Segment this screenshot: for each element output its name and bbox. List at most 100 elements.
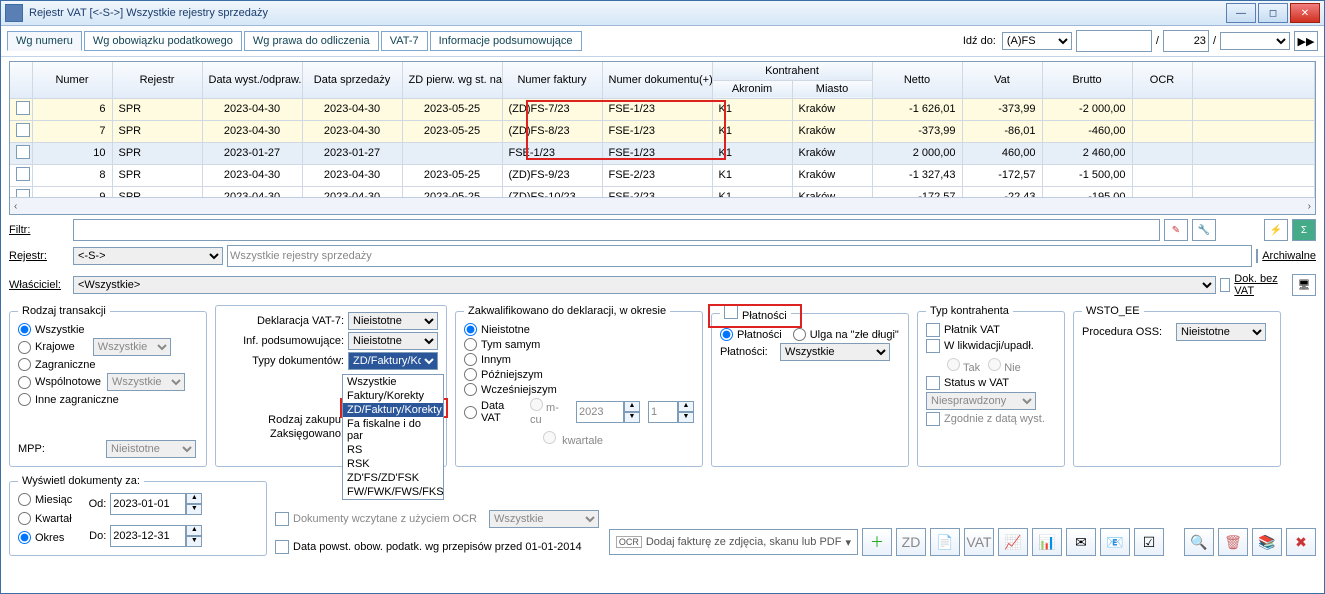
zk-nieistotne[interactable]: Nieistotne xyxy=(464,323,694,336)
tk-status-select[interactable]: Niesprawdzony xyxy=(926,392,1036,410)
grid-scrollbar[interactable]: ‹ › xyxy=(10,197,1315,214)
scroll-right-icon[interactable]: › xyxy=(1308,201,1311,212)
do-input[interactable] xyxy=(110,525,186,547)
typy-opt-0[interactable]: Wszystkie xyxy=(343,375,443,389)
ocr-drop-bar[interactable]: OCR Dodaj fakturę ze zdjęcia, skanu lub … xyxy=(609,529,858,555)
col-numdok[interactable]: Numer dokumentu(+) xyxy=(602,62,712,98)
filter-sigma-button[interactable]: Σ xyxy=(1292,219,1316,241)
zk-innym[interactable]: Innym xyxy=(464,353,694,366)
ocr-select[interactable]: Wszystkie xyxy=(489,510,599,528)
tk-platnik[interactable]: Płatnik VAT xyxy=(926,323,1056,337)
tab-wg-obowiazku[interactable]: Wg obowiązku podatkowego xyxy=(84,31,242,51)
table-row[interactable]: 7SPR2023-04-302023-04-302023-05-25(ZD)FS… xyxy=(10,120,1315,142)
ocr-check[interactable]: Dokumenty wczytane z użyciem OCR Wszystk… xyxy=(275,510,599,528)
zk-rok[interactable] xyxy=(576,401,624,423)
proc-select[interactable]: Nieistotne xyxy=(1176,323,1266,341)
col-datawy[interactable]: Data wyst./odpraw. xyxy=(202,62,302,98)
rt-wspolnotowe[interactable]: Wspólnotowe Wszystkie xyxy=(18,373,198,391)
col-netto[interactable]: Netto xyxy=(872,62,962,98)
typy-opt-6[interactable]: ZD'FS/ZD'FSK xyxy=(343,471,443,485)
inf-select[interactable]: Nieistotne xyxy=(348,332,438,350)
row-checkbox[interactable] xyxy=(16,145,30,159)
od-input[interactable] xyxy=(110,493,186,515)
tab-wg-numeru[interactable]: Wg numeru xyxy=(7,31,82,51)
pl-select[interactable]: Wszystkie xyxy=(780,343,890,361)
close-button[interactable]: ✕ xyxy=(1290,3,1320,23)
typy-dropdown[interactable]: Wszystkie Faktury/Korekty ZD/Faktury/Kor… xyxy=(342,374,444,500)
minimize-button[interactable]: — xyxy=(1226,3,1256,23)
tab-informacje[interactable]: Informacje podsumowujące xyxy=(430,31,582,51)
rt-innezag[interactable]: Inne zagraniczne xyxy=(18,393,198,406)
filter-input[interactable] xyxy=(73,219,1160,241)
typy-opt-5[interactable]: RSK xyxy=(343,457,443,471)
row-checkbox[interactable] xyxy=(16,123,30,137)
row-checkbox[interactable] xyxy=(16,101,30,115)
filter-flash-button[interactable]: ⚡ xyxy=(1264,219,1288,241)
tool-vat-button[interactable]: VAT xyxy=(964,528,994,556)
typy-opt-2[interactable]: ZD/Faktury/Korekty xyxy=(343,403,443,417)
tool-doc-button[interactable]: 📄 xyxy=(930,528,960,556)
rejestr-select[interactable]: <-S-> xyxy=(73,247,223,265)
goto-num-field[interactable] xyxy=(1163,30,1209,52)
typy-opt-1[interactable]: Faktury/Korekty xyxy=(343,389,443,403)
row-checkbox[interactable] xyxy=(16,189,30,198)
goto-field-1[interactable] xyxy=(1076,30,1152,52)
col-akronim[interactable]: Akronim xyxy=(712,80,792,98)
table-row[interactable]: 8SPR2023-04-302023-04-302023-05-25(ZD)FS… xyxy=(10,164,1315,186)
col-datasp[interactable]: Data sprzedaży xyxy=(302,62,402,98)
col-vat[interactable]: Vat xyxy=(962,62,1042,98)
col-miasto[interactable]: Miasto xyxy=(792,80,872,98)
tk-status[interactable]: Status w VAT xyxy=(926,376,1056,390)
filter-edit-button[interactable]: ✎ xyxy=(1164,219,1188,241)
row-checkbox[interactable] xyxy=(16,167,30,181)
maximize-button[interactable]: ◻ xyxy=(1258,3,1288,23)
archiwalne-check[interactable]: Archiwalne xyxy=(1256,249,1316,263)
col-ocr[interactable]: OCR xyxy=(1132,62,1192,98)
dz-okres[interactable]: Okres xyxy=(18,531,72,544)
tool-mail-button[interactable]: 📧 xyxy=(1100,528,1130,556)
tool-check-button[interactable]: ☑ xyxy=(1134,528,1164,556)
table-row[interactable]: 9SPR2023-04-302023-04-302023-05-25(ZD)FS… xyxy=(10,186,1315,197)
rt-zagraniczne[interactable]: Zagraniczne xyxy=(18,358,198,371)
filter-tool-button[interactable]: 🔧 xyxy=(1192,219,1216,241)
goto-type-select[interactable]: (A)FS xyxy=(1002,32,1072,50)
search-button[interactable]: 🔍 xyxy=(1184,528,1214,556)
rt-krajowe-select[interactable]: Wszystkie xyxy=(93,338,171,356)
rt-wszystkie[interactable]: Wszystkie xyxy=(18,323,198,336)
dz-miesiac[interactable]: Miesiąc xyxy=(18,493,72,506)
tool-zd-button[interactable]: ZD xyxy=(896,528,926,556)
zk-pozniejszym[interactable]: Późniejszym xyxy=(464,368,694,381)
rt-krajowe[interactable]: Krajowe Wszystkie xyxy=(18,338,198,356)
zk-nr[interactable] xyxy=(648,401,678,423)
scroll-left-icon[interactable]: ‹ xyxy=(14,201,17,212)
dz-kwartal[interactable]: Kwartał xyxy=(18,512,72,525)
tk-zgodnie[interactable]: Zgodnie z datą wyst. xyxy=(926,412,1056,426)
zk-datavat[interactable]: Data VAT m-cu ▲▼ ▲▼ xyxy=(464,398,694,426)
typy-opt-4[interactable]: RS xyxy=(343,443,443,457)
mpp-select[interactable]: Nieistotne xyxy=(106,440,196,458)
zk-tymsamym[interactable]: Tym samym xyxy=(464,338,694,351)
add-button[interactable]: ＋ xyxy=(862,528,892,556)
datapowst-check[interactable]: Data powst. obow. podatk. wg przepisów p… xyxy=(275,540,599,554)
tk-wlikw[interactable]: W likwidacji/upadł. xyxy=(926,339,1056,353)
delete-button[interactable]: 🗑 xyxy=(1218,528,1248,556)
col-zdpier[interactable]: ZD pierw. wg st. na dzień xyxy=(402,62,502,98)
col-checkbox[interactable] xyxy=(10,62,32,98)
rt-wspolnotowe-select[interactable]: Wszystkie xyxy=(107,373,185,391)
typy-opt-7[interactable]: FW/FWK/FWS/FKS xyxy=(343,485,443,499)
tab-wg-prawa[interactable]: Wg prawa do odliczenia xyxy=(244,31,379,51)
close-panel-button[interactable]: ✖ xyxy=(1286,528,1316,556)
dokbezvat-check[interactable]: Dok. bez VAT xyxy=(1220,273,1280,297)
owner-tool-button[interactable]: 🖥 xyxy=(1292,274,1316,296)
books-button[interactable]: 📚 xyxy=(1252,528,1282,556)
col-numer[interactable]: Numer xyxy=(32,62,112,98)
goto-go-button[interactable]: ▶▶ xyxy=(1294,31,1318,51)
col-kontrahent[interactable]: Kontrahent xyxy=(712,62,872,80)
tool-send-button[interactable]: ✉ xyxy=(1066,528,1096,556)
zk-wczesniejszym[interactable]: Wcześniejszym xyxy=(464,383,694,396)
tool-export-button[interactable]: 📊 xyxy=(1032,528,1062,556)
table-row[interactable]: 10SPR2023-01-272023-01-27FSE-1/23FSE-1/2… xyxy=(10,142,1315,164)
tool-chart-button[interactable]: 📈 xyxy=(998,528,1028,556)
typy-opt-3[interactable]: Fa fiskalne i do par xyxy=(343,417,443,443)
dekl-select[interactable]: Nieistotne xyxy=(348,312,438,330)
